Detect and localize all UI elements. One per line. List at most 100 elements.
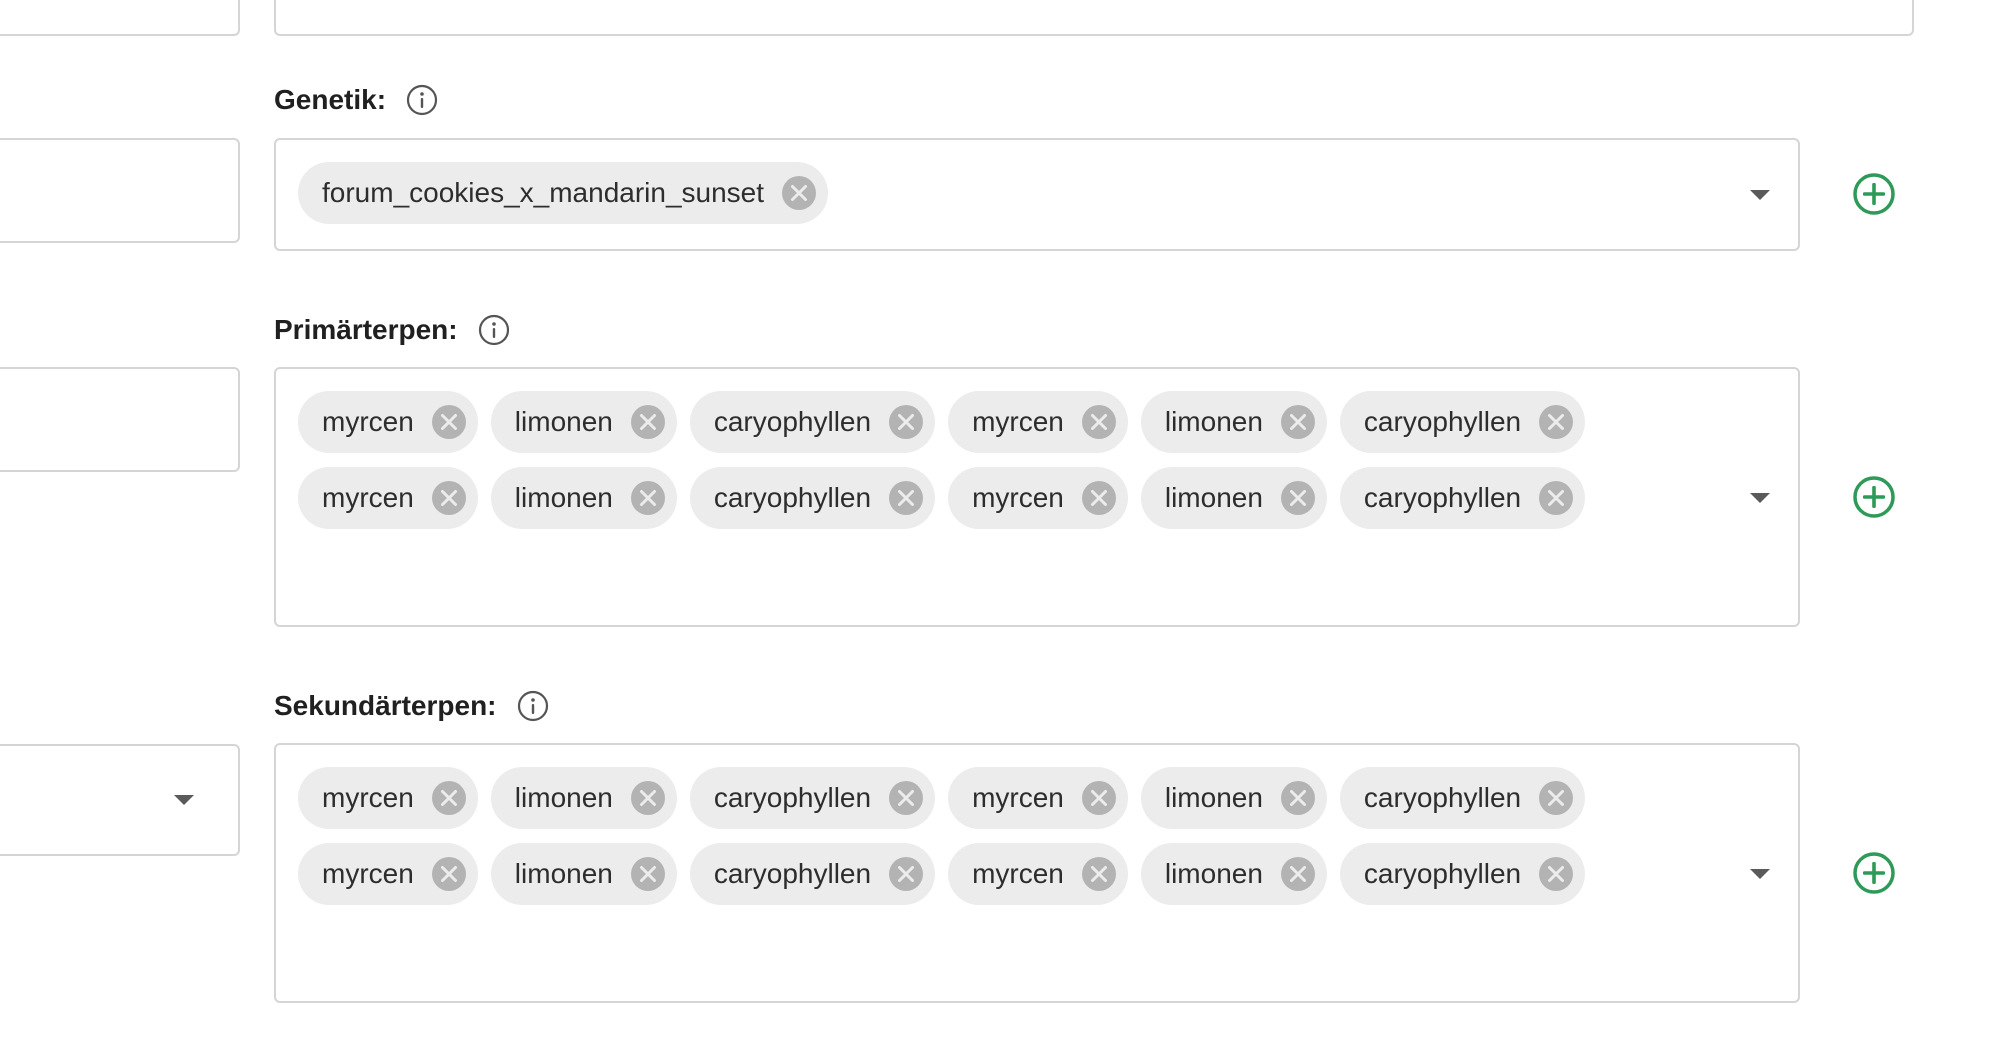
close-circle-icon[interactable] [887,403,925,441]
tag-chip: myrcen [298,767,478,829]
primaerterpen-label: Primärterpen: [274,314,510,346]
tag-chip-label: limonen [514,406,613,437]
top-field[interactable] [274,0,1914,36]
tag-chip-label: limonen [1164,782,1263,813]
close-circle-icon[interactable] [430,403,468,441]
info-circle-icon[interactable] [517,690,549,722]
tag-chip: limonen [1140,467,1327,529]
close-circle-icon[interactable] [1537,479,1575,517]
tag-chip-label: myrcen [322,482,414,513]
tag-chip-label: caryophyllen [1363,406,1522,437]
tag-chip: myrcen [298,843,478,905]
section-label: Sekundärterpen: [274,690,497,721]
tag-chip: caryophyllen [689,467,936,529]
add-sekundaerterpen-button[interactable] [1852,851,1896,895]
tag-chip-label: limonen [1164,482,1263,513]
close-circle-icon[interactable] [629,403,667,441]
left-field-1[interactable] [0,138,240,243]
close-circle-icon[interactable] [1537,855,1575,893]
caret-down-icon[interactable] [1750,190,1770,200]
sekundaerterpen-label: Sekundärterpen: [274,690,549,722]
close-circle-icon[interactable] [1080,403,1118,441]
caret-down-icon[interactable] [1750,869,1770,879]
genetik-select[interactable]: forum_cookies_x_mandarin_sunset [274,138,1800,251]
close-circle-icon[interactable] [1080,479,1118,517]
close-circle-icon[interactable] [430,479,468,517]
close-circle-icon[interactable] [1537,403,1575,441]
tag-chip: caryophyllen [1339,767,1586,829]
tag-chip-label: caryophyllen [1363,858,1522,889]
tag-chip-label: caryophyllen [1363,482,1522,513]
close-circle-icon[interactable] [1537,779,1575,817]
close-circle-icon[interactable] [430,779,468,817]
tag-chip: limonen [1140,391,1327,453]
tag-chip: caryophyllen [689,767,936,829]
tag-list: myrcen limonen caryophyllen myrcen limonen ca… [298,767,1678,905]
sekundaerterpen-select[interactable]: myrcen limonen caryophyllen myrcen limonen ca… [274,743,1800,1003]
tag-chip: limonen [1140,767,1327,829]
tag-chip-label: myrcen [972,858,1064,889]
close-circle-icon[interactable] [1279,855,1317,893]
genetik-label: Genetik: [274,84,438,116]
tag-chip: limonen [1140,843,1327,905]
tag-chip: myrcen [298,391,478,453]
close-circle-icon[interactable] [887,479,925,517]
caret-down-icon[interactable] [174,795,194,805]
info-circle-icon[interactable] [406,84,438,116]
close-circle-icon[interactable] [629,479,667,517]
section-label: Primärterpen: [274,314,458,345]
tag-chip-label: myrcen [972,782,1064,813]
close-circle-icon[interactable] [629,855,667,893]
tag-chip-label: limonen [1164,406,1263,437]
tag-chip-label: limonen [514,782,613,813]
close-circle-icon[interactable] [629,779,667,817]
tag-chip: caryophyllen [1339,843,1586,905]
tag-chip: caryophyllen [689,391,936,453]
caret-down-icon[interactable] [1750,493,1770,503]
close-circle-icon[interactable] [1080,855,1118,893]
tag-chip: myrcen [948,767,1128,829]
close-circle-icon[interactable] [780,174,818,212]
tag-list: forum_cookies_x_mandarin_sunset [298,162,1678,224]
tag-chip: caryophyllen [689,843,936,905]
close-circle-icon[interactable] [1279,479,1317,517]
tag-chip: limonen [490,391,677,453]
close-circle-icon[interactable] [1279,779,1317,817]
section-label: Genetik: [274,84,387,115]
add-genetik-button[interactable] [1852,172,1896,216]
info-circle-icon[interactable] [478,314,510,346]
tag-chip: caryophyllen [1339,467,1586,529]
close-circle-icon[interactable] [887,855,925,893]
close-circle-icon[interactable] [887,779,925,817]
tag-chip-label: limonen [514,482,613,513]
left-select-3[interactable] [0,744,240,856]
tag-chip-label: myrcen [322,858,414,889]
tag-chip-label: myrcen [322,406,414,437]
tag-chip-label: forum_cookies_x_mandarin_sunset [322,177,765,208]
left-field-2[interactable] [0,367,240,472]
tag-chip-label: limonen [1164,858,1263,889]
tag-chip-label: limonen [514,858,613,889]
tag-list: myrcen limonen caryophyllen myrcen limonen ca… [298,391,1678,529]
tag-chip-label: myrcen [322,782,414,813]
tag-chip: forum_cookies_x_mandarin_sunset [298,162,829,224]
tag-chip: myrcen [298,467,478,529]
tag-chip-label: caryophyllen [713,406,872,437]
tag-chip-label: caryophyllen [713,482,872,513]
tag-chip: caryophyllen [1339,391,1586,453]
close-circle-icon[interactable] [1279,403,1317,441]
tag-chip-label: caryophyllen [713,782,872,813]
tag-chip: limonen [490,767,677,829]
tag-chip: limonen [490,843,677,905]
close-circle-icon[interactable] [1080,779,1118,817]
close-circle-icon[interactable] [430,855,468,893]
tag-chip-label: caryophyllen [713,858,872,889]
add-primaerterpen-button[interactable] [1852,475,1896,519]
tag-chip: limonen [490,467,677,529]
tag-chip-label: myrcen [972,406,1064,437]
tag-chip: myrcen [948,391,1128,453]
tag-chip-label: myrcen [972,482,1064,513]
primaerterpen-select[interactable]: myrcen limonen caryophyllen myrcen limonen ca… [274,367,1800,627]
left-field-top[interactable] [0,0,240,36]
tag-chip: myrcen [948,467,1128,529]
